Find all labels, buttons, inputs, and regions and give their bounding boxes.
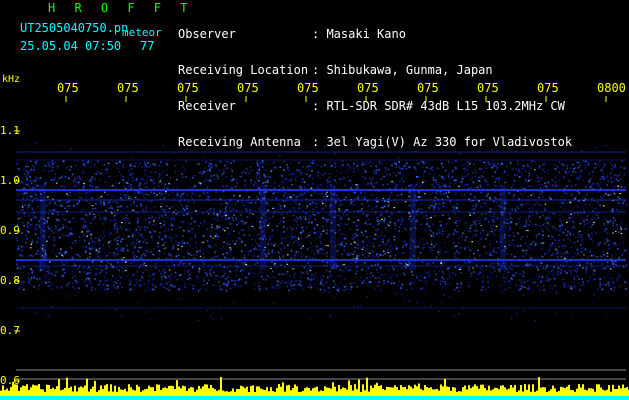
spectrogram-signal-lines [16,151,626,309]
time-tick: 075 [57,81,79,95]
time-tick: 075 [417,81,439,95]
spectrogram [0,96,629,400]
bottom-power-bar [0,377,629,400]
time-tick: 075 [477,81,499,95]
spectrogram-noise [16,141,628,322]
freq-tick: 1.1 [0,124,20,137]
time-tick: 075 [177,81,199,95]
freq-unit-label: kHz [2,74,21,85]
time-tick: 075 [297,81,319,95]
freq-tick: 0.6 [0,374,20,387]
time-tick: 075 [237,81,259,95]
time-tick: 075 [357,81,379,95]
freq-tick: 0.7 [0,324,20,337]
freq-tick: 1.0 [0,174,20,187]
axis-ticks [14,96,626,382]
freq-tick: 0.9 [0,224,20,237]
time-tick: 0800 [597,81,626,95]
time-tick: 075 [117,81,139,95]
freq-tick: 0.8 [0,274,20,287]
time-tick: 075 [537,81,559,95]
